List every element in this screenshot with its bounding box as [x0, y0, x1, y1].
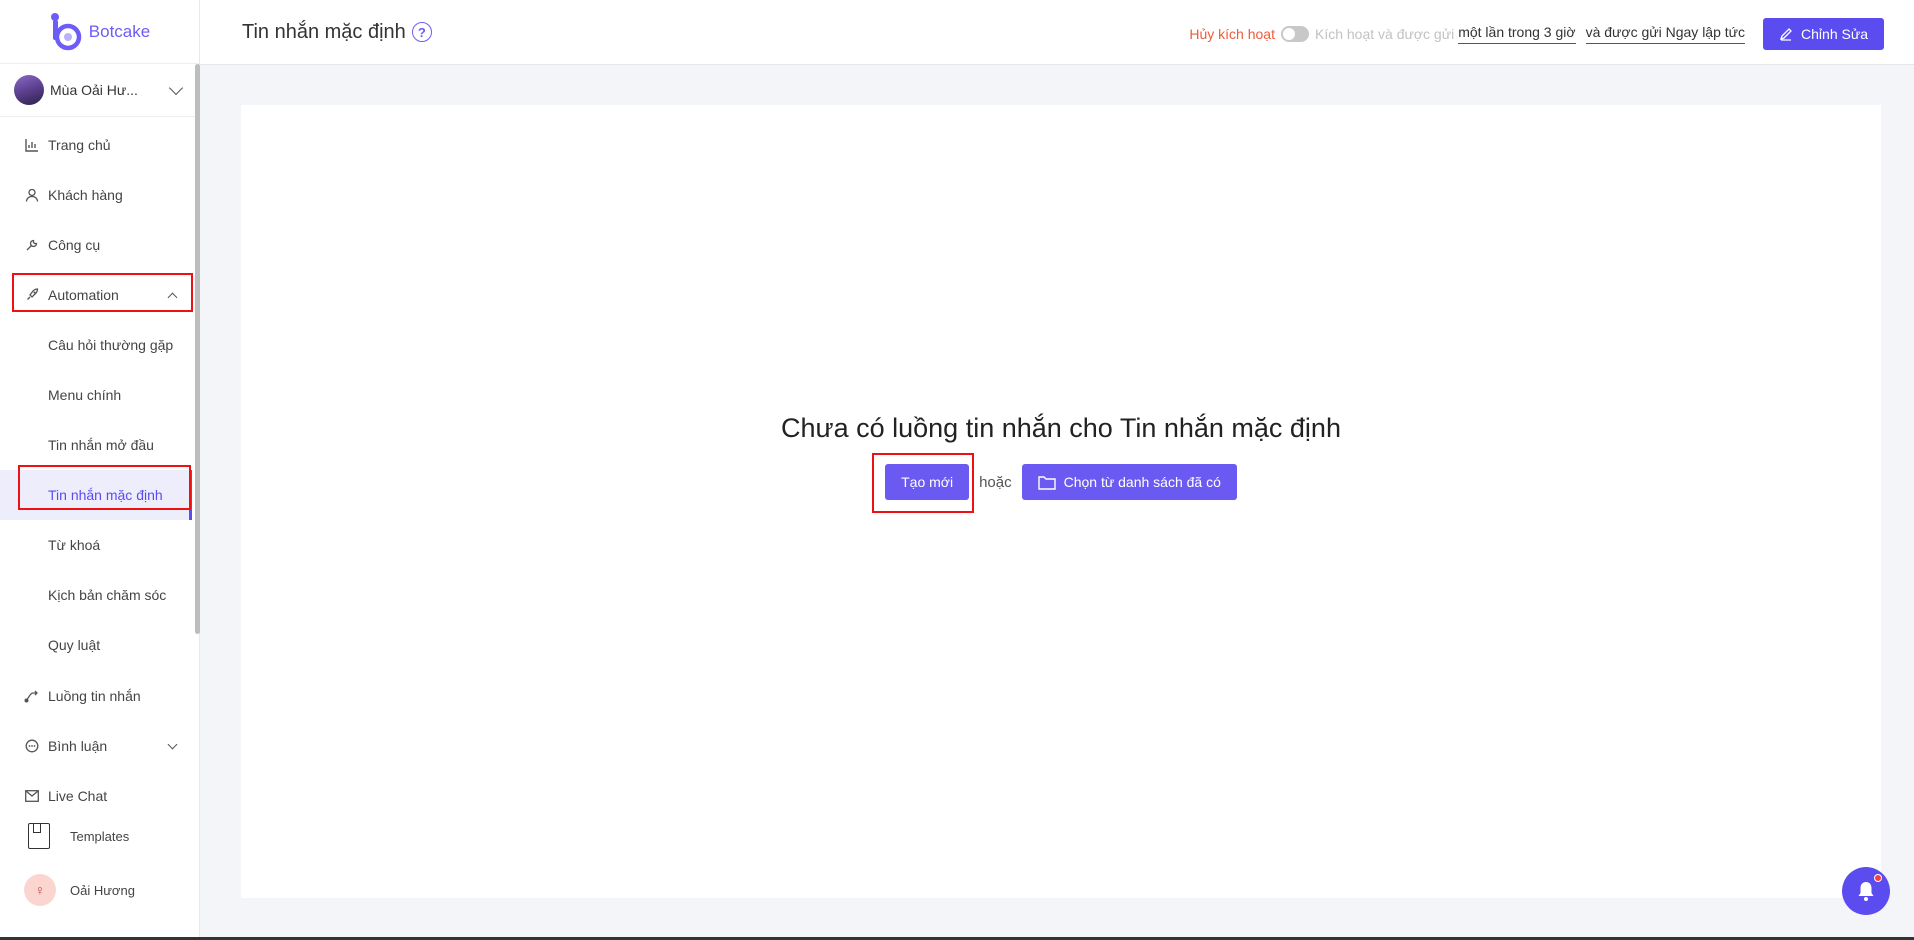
main-content-card: Chưa có luồng tin nhắn cho Tin nhắn mặc …	[241, 105, 1881, 898]
empty-state-actions: Tạo mới hoặc Chọn từ danh sách đã có	[241, 464, 1881, 500]
sidebar-subitem-rules[interactable]: Quy luật	[0, 620, 192, 670]
templates-label: Templates	[70, 828, 130, 844]
sidebar-item-label: Trang chủ	[48, 137, 111, 153]
sidebar-item-home[interactable]: Trang chủ	[0, 120, 192, 170]
sidebar-item-comments[interactable]: Bình luận	[0, 721, 192, 771]
sidebar-nav: Trang chủ Khách hàng Công cụ Automation …	[0, 120, 192, 821]
sidebar-subitem-welcome-message[interactable]: Tin nhắn mở đầu	[0, 420, 192, 470]
wrench-icon	[24, 237, 40, 253]
edit-button[interactable]: Chỉnh Sửa	[1763, 18, 1884, 50]
choose-existing-button[interactable]: Chọn từ danh sách đã có	[1021, 464, 1237, 500]
bookmark-icon	[28, 823, 50, 849]
sidebar-footer: Templates ♀ Oải Hương	[0, 812, 192, 920]
bell-icon	[1858, 882, 1874, 901]
sidebar: Botcake Mùa Oải Hư... Trang chủ Khách hà…	[0, 0, 200, 940]
chevron-up-icon	[167, 292, 178, 302]
page-title: Tin nhắn mặc định	[242, 20, 406, 43]
sidebar-item-label: Automation	[48, 287, 119, 303]
create-new-label: Tạo mới	[901, 474, 954, 490]
chevron-down-icon	[167, 739, 178, 749]
empty-state-message: Chưa có luồng tin nhắn cho Tin nhắn mặc …	[781, 413, 1341, 443]
bar-chart-icon	[24, 137, 40, 153]
choose-existing-label: Chọn từ danh sách đã có	[1063, 474, 1221, 490]
comment-icon	[24, 738, 40, 754]
sidebar-subitem-faq[interactable]: Câu hỏi thường gặp	[0, 320, 192, 370]
chevron-down-icon	[168, 80, 184, 95]
page-avatar	[14, 75, 44, 105]
user-icon	[24, 187, 40, 203]
help-icon[interactable]: ?	[411, 22, 432, 42]
rocket-icon	[24, 287, 40, 303]
sidebar-item-automation[interactable]: Automation	[0, 270, 192, 320]
sidebar-item-templates[interactable]: Templates	[0, 812, 192, 860]
notification-bell-button[interactable]	[1842, 867, 1890, 915]
sidebar-subitem-default-message[interactable]: Tin nhắn mặc định	[0, 470, 192, 520]
sidebar-item-customers[interactable]: Khách hàng	[0, 170, 192, 220]
create-new-button[interactable]: Tạo mới	[885, 464, 970, 500]
notification-dot	[1874, 874, 1882, 882]
page-name: Mùa Oải Hư...	[50, 82, 138, 98]
user-name: Oải Hương	[70, 882, 135, 898]
sidebar-item-label: Khách hàng	[48, 187, 123, 203]
brand-logo[interactable]: Botcake	[0, 0, 199, 64]
activation-toggle[interactable]	[1280, 26, 1309, 42]
sidebar-subitem-care-scenario[interactable]: Kịch bản chăm sóc	[0, 570, 192, 620]
sidebar-item-label: Luồng tin nhắn	[48, 688, 141, 704]
sidebar-item-message-flows[interactable]: Luồng tin nhắn	[0, 671, 192, 721]
sidebar-subitem-keywords[interactable]: Từ khoá	[0, 520, 192, 570]
sidebar-item-label: Công cụ	[48, 237, 101, 253]
sidebar-subitem-main-menu[interactable]: Menu chính	[0, 370, 192, 420]
page-selector[interactable]: Mùa Oải Hư...	[0, 64, 199, 117]
top-header: Tin nhắn mặc định ? Hủy kích hoạt Kích h…	[200, 0, 1914, 65]
folder-icon	[1037, 475, 1056, 490]
sidebar-item-tools[interactable]: Công cụ	[0, 220, 192, 270]
edit-button-label: Chỉnh Sửa	[1801, 26, 1868, 42]
sidebar-item-label: Bình luận	[48, 738, 108, 754]
header-controls: Hủy kích hoạt Kích hoạt và được gửi một …	[1189, 18, 1884, 50]
botcake-logo-icon	[50, 12, 82, 50]
deactivate-label[interactable]: Hủy kích hoạt	[1189, 26, 1275, 42]
or-text: hoặc	[979, 473, 1012, 491]
frequency-select[interactable]: một lần trong 3 giờ	[1458, 24, 1576, 44]
brand-name: Botcake	[88, 21, 151, 41]
mail-icon	[24, 788, 40, 804]
timing-select[interactable]: và được gửi Ngay lập tức	[1585, 24, 1746, 44]
sidebar-item-label: Live Chat	[48, 788, 108, 804]
user-profile[interactable]: ♀ Oải Hương	[0, 860, 192, 920]
flow-icon	[24, 688, 40, 704]
sidebar-scrollbar[interactable]	[195, 64, 200, 634]
pencil-icon	[1780, 28, 1792, 41]
activate-label: Kích hoạt và được gửi	[1314, 26, 1455, 42]
avatar: ♀	[24, 874, 56, 906]
